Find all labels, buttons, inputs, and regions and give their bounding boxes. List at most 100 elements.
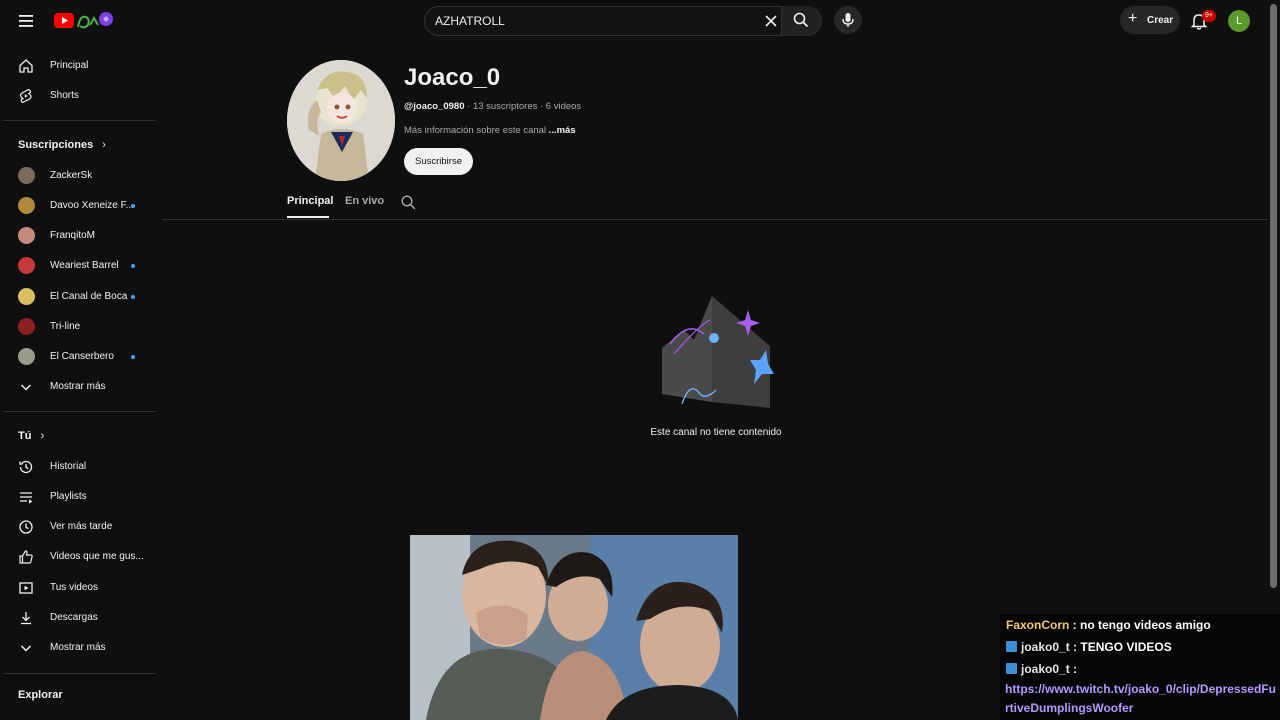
new-content-dot <box>131 355 135 359</box>
channel-more-info-link[interactable]: Más información sobre este canal ...más <box>404 125 576 136</box>
stream-chat-overlay: FaxonCorn : no tengo videos amigo joako0… <box>1000 614 1280 720</box>
chat-message: joako0_t : <box>1006 662 1077 676</box>
sidebar-item-your-videos[interactable]: Tus videos <box>0 574 156 602</box>
sidebar-item-downloads[interactable]: Descargas <box>0 604 156 632</box>
create-button[interactable]: + Crear <box>1120 6 1180 34</box>
show-more-you-button[interactable]: Mostrar más <box>0 634 156 662</box>
chat-message: FaxonCorn : no tengo videos amigo <box>1006 618 1211 632</box>
sidebar-subscription-item[interactable]: Tri-line <box>0 313 156 341</box>
tab-principal[interactable]: Principal <box>287 195 333 207</box>
youtube-logo[interactable] <box>54 9 116 33</box>
subscription-label: El Canal de Boca <box>50 291 128 302</box>
clear-search-icon[interactable] <box>763 13 779 29</box>
new-content-dot <box>131 264 135 268</box>
empty-channel-illustration-icon <box>654 290 778 414</box>
account-avatar[interactable]: L <box>1228 10 1250 32</box>
plus-icon: + <box>1128 10 1138 27</box>
you-heading-label: Tú <box>18 430 32 442</box>
channel-stats: · 13 suscriptores · 6 videos <box>464 101 582 112</box>
channel-avatar-large[interactable] <box>287 60 395 181</box>
sidebar-item-label: Playlists <box>50 491 87 502</box>
download-icon <box>18 610 34 626</box>
channel-name: Joaco_0 <box>404 64 501 91</box>
chat-text: TENGO VIDEOS <box>1080 640 1172 654</box>
chat-clip-link[interactable]: https://www.twitch.tv/joako_0/clip/Depre… <box>1005 680 1277 718</box>
chat-badge-icon <box>1006 641 1017 652</box>
chat-separator: : <box>1069 662 1078 676</box>
sidebar-subscription-item[interactable]: El Canal de Boca <box>0 283 156 311</box>
chat-text: no tengo videos amigo <box>1080 618 1211 632</box>
empty-channel-message: Este canal no tiene contenido <box>650 427 782 438</box>
new-content-dot <box>131 204 135 208</box>
sidebar-item-label: Videos que me gus... <box>50 551 144 562</box>
search-input[interactable]: AZHATROLL <box>435 14 505 28</box>
playlists-icon <box>18 489 34 505</box>
subscribe-button[interactable]: Suscribirse <box>404 148 473 175</box>
chat-username: joako0_t <box>1021 662 1070 676</box>
subscription-label: Davoo Xeneize F... <box>50 200 134 211</box>
thumbs-up-icon <box>18 549 34 565</box>
sidebar-subscription-item[interactable]: El Canserbero <box>0 343 156 371</box>
channel-avatar <box>18 257 35 274</box>
sidebar-item-shorts[interactable]: Shorts <box>0 82 156 110</box>
voice-search-button[interactable] <box>834 6 862 34</box>
more-link: ...más <box>546 125 576 136</box>
chevron-right-icon: › <box>40 430 45 442</box>
chat-username: joako0_t <box>1021 640 1070 654</box>
sidebar-divider <box>3 411 156 412</box>
sidebar-item-principal[interactable]: Principal <box>0 52 156 80</box>
notification-count-badge: 9+ <box>1202 10 1216 22</box>
sidebar-divider <box>3 673 156 674</box>
sidebar-item-watch-later[interactable]: Ver más tarde <box>0 513 156 541</box>
channel-handle: @joaco_0980 <box>404 101 465 112</box>
show-more-label: Mostrar más <box>50 381 106 392</box>
explore-heading: Explorar <box>18 689 63 701</box>
sidebar-subscription-item[interactable]: Weariest Barrel <box>0 252 156 280</box>
your-videos-icon <box>18 580 34 596</box>
sidebar-item-label: Historial <box>50 461 87 472</box>
sidebar: Principal Shorts Suscripciones › ZackerS… <box>0 42 158 720</box>
new-content-dot <box>131 295 135 299</box>
subscription-label: El Canserbero <box>50 351 114 362</box>
chevron-down-icon <box>18 640 34 656</box>
sidebar-item-liked-videos[interactable]: Videos que me gus... <box>0 543 156 571</box>
more-info-text: Más información sobre este canal <box>404 125 547 136</box>
channel-avatar <box>18 288 35 305</box>
tab-en-vivo[interactable]: En vivo <box>345 195 384 207</box>
subscriptions-heading-label: Suscripciones <box>18 139 94 151</box>
channel-avatar <box>18 318 35 335</box>
sidebar-subscription-item[interactable]: ZackerSk <box>0 162 156 190</box>
microphone-icon <box>842 13 854 27</box>
sidebar-item-label: Tus videos <box>50 582 98 593</box>
shorts-icon <box>18 88 34 104</box>
channel-avatar <box>18 167 35 184</box>
chat-badge-icon <box>1006 663 1017 674</box>
watch-later-icon <box>18 519 34 535</box>
show-more-subscriptions-button[interactable]: Mostrar más <box>0 373 156 401</box>
tabs-divider <box>162 219 1268 220</box>
channel-avatar <box>18 227 35 244</box>
sidebar-item-playlists[interactable]: Playlists <box>0 483 156 511</box>
chat-message: joako0_t : TENGO VIDEOS <box>1006 640 1172 654</box>
subscription-label: ZackerSk <box>50 170 93 181</box>
sidebar-subscription-item[interactable]: FranqitoM <box>0 222 156 250</box>
chat-separator: : <box>1069 618 1081 632</box>
search-button[interactable] <box>781 6 821 36</box>
chevron-down-icon <box>18 379 34 395</box>
page-scrollbar[interactable] <box>1270 4 1277 588</box>
sidebar-item-label: Ver más tarde <box>50 521 113 532</box>
sidebar-item-history[interactable]: Historial <box>0 453 156 481</box>
sidebar-item-label: Principal <box>50 60 89 71</box>
create-label: Crear <box>1147 15 1174 26</box>
channel-avatar <box>18 197 35 214</box>
active-tab-indicator <box>287 216 329 218</box>
show-more-label: Mostrar más <box>50 642 106 653</box>
menu-icon[interactable] <box>17 11 37 31</box>
sidebar-subscription-item[interactable]: Davoo Xeneize F... <box>0 192 156 220</box>
chat-separator: : <box>1069 640 1081 654</box>
chat-username: FaxonCorn <box>1006 618 1070 632</box>
you-heading[interactable]: Tú › <box>18 430 44 442</box>
search-box[interactable]: AZHATROLL <box>424 6 822 36</box>
subscriptions-heading[interactable]: Suscripciones › <box>18 139 106 151</box>
channel-search-icon[interactable] <box>401 195 416 210</box>
